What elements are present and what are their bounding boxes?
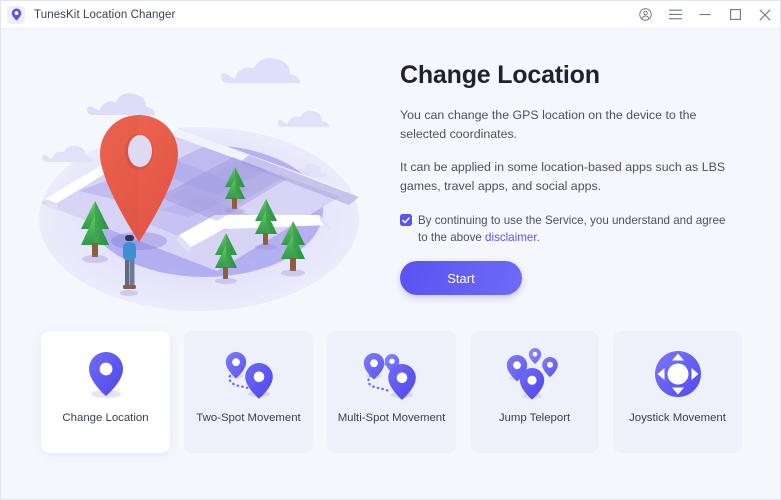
mode-card-label: Multi-Spot Movement — [337, 412, 446, 424]
agreement-text: By continuing to use the Service, you un… — [418, 212, 730, 246]
hero-copy: Change Location You can change the GPS l… — [400, 61, 745, 246]
map-illustration — [19, 39, 379, 319]
three-pins-dotted-path-icon — [360, 331, 424, 411]
mode-card-jump-teleport[interactable]: Jump Teleport — [470, 331, 599, 453]
single-pin-icon — [76, 331, 136, 411]
mode-card-label: Jump Teleport — [498, 412, 571, 424]
agreement-text-after: . — [536, 231, 540, 244]
account-icon[interactable] — [630, 1, 660, 29]
agreement-row: By continuing to use the Service, you un… — [400, 212, 730, 246]
mode-card-change-location[interactable]: Change Location — [41, 331, 170, 453]
close-icon[interactable] — [750, 1, 780, 29]
mode-card-joystick-movement[interactable]: Joystick Movement — [613, 331, 742, 453]
maximize-icon[interactable] — [720, 1, 750, 29]
mode-card-label: Joystick Movement — [629, 412, 726, 424]
joystick-dpad-icon — [650, 331, 706, 411]
window-title: TunesKit Location Changer — [34, 8, 176, 21]
mode-card-two-spot-movement[interactable]: Two-Spot Movement — [184, 331, 313, 453]
app-window: TunesKit Location Changer Change Locatio… — [0, 0, 781, 500]
agreement-checkbox[interactable] — [400, 214, 412, 226]
two-pins-dotted-path-icon — [218, 331, 280, 411]
minimize-icon[interactable] — [690, 1, 720, 29]
agreement-text-before: By continuing to use the Service, you un… — [418, 214, 726, 244]
mode-card-label: Change Location — [62, 412, 149, 424]
start-button[interactable]: Start — [400, 261, 522, 295]
hamburger-menu-icon[interactable] — [660, 1, 690, 29]
mode-card-label: Two-Spot Movement — [196, 412, 301, 424]
disclaimer-link[interactable]: disclaimer — [485, 231, 537, 244]
mode-card-multi-spot-movement[interactable]: Multi-Spot Movement — [327, 331, 456, 453]
four-scattered-pins-icon — [504, 331, 566, 411]
app-logo-pin-icon — [7, 5, 25, 24]
hero-section: Change Location You can change the GPS l… — [1, 29, 780, 325]
mode-card-row: Change Location Two-Spot Movement Multi-… — [1, 331, 780, 476]
page-title: Change Location — [400, 61, 600, 89]
titlebar: TunesKit Location Changer — [1, 1, 780, 29]
hero-paragraph-2: It can be applied in some location-based… — [400, 160, 726, 193]
hero-paragraph-1: You can change the GPS location on the d… — [400, 108, 697, 141]
